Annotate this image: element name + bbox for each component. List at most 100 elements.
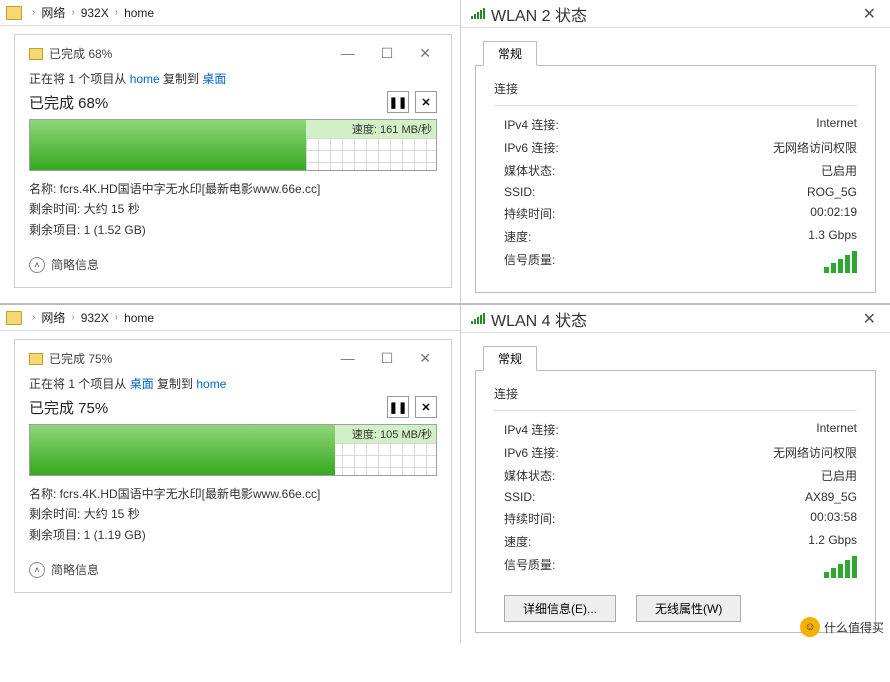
group-label: 连接 (494, 385, 857, 402)
dialog-title: 已完成 68% (49, 45, 335, 62)
kv-row: 速度:1.3 Gbps (494, 228, 857, 245)
kv-row: 持续时间:00:03:58 (494, 510, 857, 527)
copy-details: 名称: fcrs.4K.HD国语中字无水印[最新电影www.66e.cc] 剩余… (29, 484, 437, 545)
kv-value: 00:02:19 (624, 205, 857, 222)
folder-icon (6, 6, 22, 20)
copy-description: 正在将 1 个项目从 桌面 复制到 home (29, 375, 437, 392)
kv-value: Internet (624, 421, 857, 438)
kv-key: 速度: (494, 228, 624, 245)
breadcrumb[interactable]: › 网络 › 932X › home (0, 0, 460, 26)
kv-key: IPv6 连接: (494, 139, 624, 156)
kv-value: 已启用 (624, 162, 857, 179)
copy-progress-dialog: 已完成 75% 正在将 1 个项目从 桌面 复制到 home 已完成 75% ❚… (14, 339, 452, 593)
pause-button[interactable]: ❚❚ (387, 91, 409, 113)
chevron-right-icon: › (71, 7, 74, 18)
kv-key: 持续时间: (494, 205, 624, 222)
maximize-button[interactable] (375, 45, 400, 62)
breadcrumb-item[interactable]: 网络 (41, 4, 65, 21)
kv-row: IPv4 连接:Internet (494, 116, 857, 133)
copy-description: 正在将 1 个项目从 home 复制到 桌面 (29, 70, 437, 87)
chevron-right-icon: › (115, 312, 118, 323)
breadcrumb-item[interactable]: home (124, 6, 154, 20)
signal-quality-label: 信号质量: (494, 251, 624, 276)
kv-key: IPv4 连接: (494, 116, 624, 133)
kv-row: IPv4 连接:Internet (494, 421, 857, 438)
close-button[interactable]: ✕ (855, 4, 884, 24)
wireless-properties-button[interactable]: 无线属性(W) (636, 595, 741, 622)
tab-general[interactable]: 常规 (483, 41, 537, 66)
kv-value: 1.3 Gbps (624, 228, 857, 245)
chevron-right-icon: › (32, 312, 35, 323)
dialog-title: WLAN 2 状态 (491, 2, 855, 26)
progress-chart: 速度: 161 MB/秒 (29, 119, 437, 171)
wifi-signal-icon (471, 8, 485, 19)
kv-row: 速度:1.2 Gbps (494, 533, 857, 550)
kv-key: IPv6 连接: (494, 444, 624, 461)
copy-status: 已完成 75% (29, 397, 381, 418)
kv-row: SSID:AX89_5G (494, 490, 857, 504)
folder-icon (29, 353, 43, 365)
kv-value: 已启用 (624, 467, 857, 484)
kv-row: SSID:ROG_5G (494, 185, 857, 199)
source-link[interactable]: 桌面 (130, 377, 154, 391)
group-label: 连接 (494, 80, 857, 97)
connection-rows: IPv4 连接:InternetIPv6 连接:无网络访问权限媒体状态:已启用S… (494, 421, 857, 550)
dialog-title: WLAN 4 状态 (491, 307, 855, 331)
connection-rows: IPv4 连接:InternetIPv6 连接:无网络访问权限媒体状态:已启用S… (494, 116, 857, 245)
kv-row: IPv6 连接:无网络访问权限 (494, 139, 857, 156)
kv-key: 持续时间: (494, 510, 624, 527)
minimize-button[interactable] (335, 350, 361, 367)
copy-status: 已完成 68% (29, 92, 381, 113)
wlan-status-dialog: 常规 连接 IPv4 连接:InternetIPv6 连接:无网络访问权限媒体状… (461, 40, 890, 303)
copy-details: 名称: fcrs.4K.HD国语中字无水印[最新电影www.66e.cc] 剩余… (29, 179, 437, 240)
kv-value: AX89_5G (624, 490, 857, 504)
cancel-button[interactable]: ✕ (415, 396, 437, 418)
kv-value: 00:03:58 (624, 510, 857, 527)
close-button[interactable] (413, 350, 437, 367)
cancel-button[interactable]: ✕ (415, 91, 437, 113)
progress-chart: 速度: 105 MB/秒 (29, 424, 437, 476)
kv-value: 1.2 Gbps (624, 533, 857, 550)
copy-progress-dialog: 已完成 68% 正在将 1 个项目从 home 复制到 桌面 已完成 68% ❚… (14, 34, 452, 288)
kv-key: SSID: (494, 490, 624, 504)
kv-row: IPv6 连接:无网络访问权限 (494, 444, 857, 461)
brief-info-toggle[interactable]: ˄ 简略信息 (29, 561, 437, 578)
tab-general[interactable]: 常规 (483, 346, 537, 371)
chevron-up-icon: ˄ (29, 257, 45, 273)
breadcrumb-item[interactable]: 932X (81, 311, 109, 325)
kv-row: 媒体状态:已启用 (494, 467, 857, 484)
breadcrumb-item[interactable]: 网络 (41, 309, 65, 326)
dialog-title: 已完成 75% (49, 350, 335, 367)
kv-key: 媒体状态: (494, 162, 624, 179)
pause-button[interactable]: ❚❚ (387, 396, 409, 418)
wlan-status-dialog: 常规 连接 IPv4 连接:InternetIPv6 连接:无网络访问权限媒体状… (461, 345, 890, 643)
dest-link[interactable]: 桌面 (202, 72, 226, 86)
chevron-right-icon: › (32, 7, 35, 18)
chevron-up-icon: ˄ (29, 562, 45, 578)
breadcrumb[interactable]: › 网络 › 932X › home (0, 305, 460, 331)
wifi-signal-icon (824, 251, 857, 273)
kv-value: Internet (624, 116, 857, 133)
kv-value: ROG_5G (624, 185, 857, 199)
speed-label: 速度: 161 MB/秒 (352, 121, 432, 137)
dest-link[interactable]: home (196, 377, 226, 391)
close-button[interactable]: ✕ (855, 309, 884, 329)
kv-row: 媒体状态:已启用 (494, 162, 857, 179)
source-link[interactable]: home (130, 72, 160, 86)
chevron-right-icon: › (115, 7, 118, 18)
kv-value: 无网络访问权限 (624, 444, 857, 461)
chevron-right-icon: › (71, 312, 74, 323)
breadcrumb-item[interactable]: home (124, 311, 154, 325)
details-button[interactable]: 详细信息(E)... (504, 595, 616, 622)
minimize-button[interactable] (335, 45, 361, 62)
maximize-button[interactable] (375, 350, 400, 367)
kv-key: 媒体状态: (494, 467, 624, 484)
breadcrumb-item[interactable]: 932X (81, 6, 109, 20)
close-button[interactable] (413, 45, 437, 62)
kv-value: 无网络访问权限 (624, 139, 857, 156)
kv-key: SSID: (494, 185, 624, 199)
signal-quality-label: 信号质量: (494, 556, 624, 581)
speed-label: 速度: 105 MB/秒 (352, 426, 432, 442)
brief-info-toggle[interactable]: ˄ 简略信息 (29, 256, 437, 273)
wifi-signal-icon (824, 556, 857, 578)
